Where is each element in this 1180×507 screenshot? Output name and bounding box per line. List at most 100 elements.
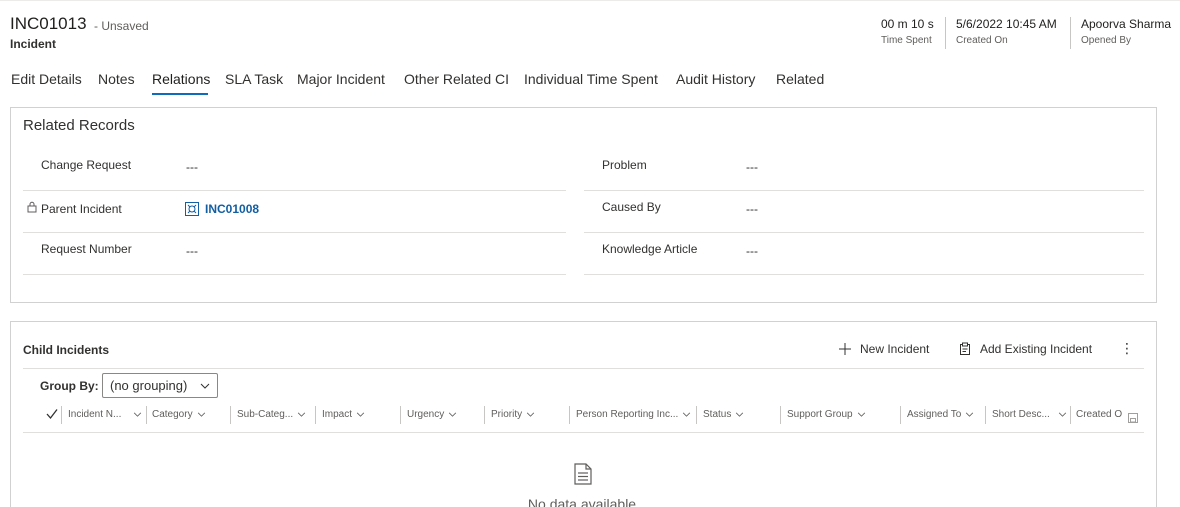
chevron-down-icon [134, 412, 142, 417]
header-field-time-spent: 00 m 10 s Time Spent [881, 17, 934, 46]
lock-icon [27, 201, 37, 213]
column-separator [1070, 406, 1071, 424]
chevron-down-icon [1058, 412, 1066, 417]
change-request-value[interactable]: --- [186, 160, 198, 174]
tab-sla-task[interactable]: SLA Task [225, 71, 283, 87]
save-icon[interactable] [1128, 413, 1138, 423]
column-separator [315, 406, 316, 424]
column-header-label: Created O [1076, 409, 1122, 420]
tab-other-related-ci[interactable]: Other Related CI [404, 71, 509, 87]
chevron-down-icon [356, 412, 365, 417]
created-on-value: 5/6/2022 10:45 AM [956, 17, 1057, 31]
field-divider [23, 274, 566, 275]
column-header-person-reporting[interactable]: Person Reporting Inc... [576, 409, 691, 420]
created-on-label: Created On [956, 35, 1008, 46]
column-header-label: Priority [491, 409, 523, 420]
chevron-down-icon [197, 412, 205, 417]
column-header-category[interactable]: Category [152, 409, 206, 420]
chevron-down-icon [966, 412, 974, 417]
group-by-value: (no grouping) [110, 378, 188, 393]
column-header-incident-number[interactable]: Incident N... [68, 409, 142, 420]
entity-name: Incident [10, 37, 57, 51]
column-separator [780, 406, 781, 424]
new-incident-button[interactable]: New Incident [838, 342, 929, 356]
column-header-urgency[interactable]: Urgency [407, 409, 457, 420]
grid-header-divider [23, 432, 1144, 433]
save-state: - Unsaved [94, 19, 149, 33]
column-separator [484, 406, 485, 424]
clipboard-icon [960, 342, 970, 355]
column-separator [146, 406, 147, 424]
column-header-assigned-to[interactable]: Assigned To [907, 409, 974, 420]
tab-major-incident[interactable]: Major Incident [297, 71, 385, 87]
column-header-created-on[interactable]: Created O [1076, 409, 1122, 420]
column-header-label: Short Desc... [992, 409, 1050, 420]
problem-value[interactable]: --- [746, 160, 758, 174]
knowledge-article-label: Knowledge Article [602, 242, 698, 256]
problem-label: Problem [602, 158, 647, 172]
related-records-title: Related Records [23, 117, 135, 134]
chevron-down-icon [736, 412, 744, 417]
column-header-label: Impact [322, 409, 353, 420]
add-existing-incident-button[interactable]: Add Existing Incident [958, 342, 1092, 356]
column-header-label: Urgency [407, 409, 445, 420]
column-header-short-description[interactable]: Short Desc... [992, 409, 1067, 420]
caused-by-label: Caused By [602, 200, 661, 214]
tab-relations[interactable]: Relations [152, 71, 210, 87]
empty-state-text: No data available [527, 496, 637, 507]
request-number-value[interactable]: --- [186, 244, 198, 258]
header-field-created-on: 5/6/2022 10:45 AM Created On [956, 17, 1057, 46]
column-separator [696, 406, 697, 424]
field-divider [584, 232, 1144, 233]
parent-incident-value[interactable]: INC01008 [205, 202, 259, 216]
caused-by-value[interactable]: --- [746, 202, 758, 216]
column-header-impact[interactable]: Impact [322, 409, 365, 420]
group-by-select[interactable]: (no grouping) [102, 373, 218, 398]
field-divider [23, 190, 566, 191]
parent-incident-label: Parent Incident [41, 202, 122, 216]
header-field-opened-by: Apoorva Sharma Opened By [1081, 17, 1171, 46]
column-separator [569, 406, 570, 424]
header-separator [1070, 17, 1071, 49]
knowledge-article-value[interactable]: --- [746, 244, 758, 258]
chevron-down-icon [526, 412, 535, 417]
column-separator [400, 406, 401, 424]
column-header-priority[interactable]: Priority [491, 409, 535, 420]
parent-incident-link[interactable]: INC01008 [185, 202, 259, 216]
column-header-support-group[interactable]: Support Group [787, 409, 866, 420]
tab-edit-details[interactable]: Edit Details [11, 71, 82, 87]
chevron-down-icon [449, 412, 457, 417]
tab-individual-time-spent[interactable]: Individual Time Spent [524, 71, 658, 87]
opened-by-label: Opened By [1081, 35, 1132, 46]
record-icon [185, 202, 199, 216]
column-header-label: Incident N... [68, 409, 122, 420]
column-header-label: Person Reporting Inc... [576, 409, 679, 420]
chevron-down-icon [857, 412, 865, 417]
opened-by-link[interactable]: Apoorva Sharma [1081, 17, 1171, 31]
group-by-label: Group By: [40, 379, 99, 393]
select-all-checkmark-icon[interactable] [46, 408, 58, 420]
column-header-status[interactable]: Status [703, 409, 744, 420]
new-incident-label: New Incident [860, 342, 930, 356]
section-divider [23, 368, 1144, 369]
time-spent-value: 00 m 10 s [881, 17, 934, 31]
chevron-down-icon [200, 383, 210, 389]
tab-notes[interactable]: Notes [98, 71, 135, 87]
column-header-label: Category [152, 409, 193, 420]
chevron-down-icon [683, 412, 691, 417]
tab-audit-history[interactable]: Audit History [676, 71, 755, 87]
change-request-label: Change Request [41, 158, 132, 172]
record-title: INC01013 [10, 14, 87, 33]
column-separator [230, 406, 231, 424]
tab-related[interactable]: Related [776, 71, 824, 87]
field-divider [584, 190, 1144, 191]
active-tab-indicator [152, 93, 208, 95]
time-spent-label: Time Spent [881, 35, 932, 46]
field-divider [584, 274, 1144, 275]
add-existing-incident-label: Add Existing Incident [980, 342, 1093, 356]
column-header-label: Sub-Categ... [237, 409, 294, 420]
column-header-label: Support Group [787, 409, 853, 420]
column-header-sub-category[interactable]: Sub-Categ... [237, 409, 306, 420]
header-separator [945, 17, 946, 49]
more-vertical-icon[interactable]: ⋮ [1120, 340, 1134, 357]
